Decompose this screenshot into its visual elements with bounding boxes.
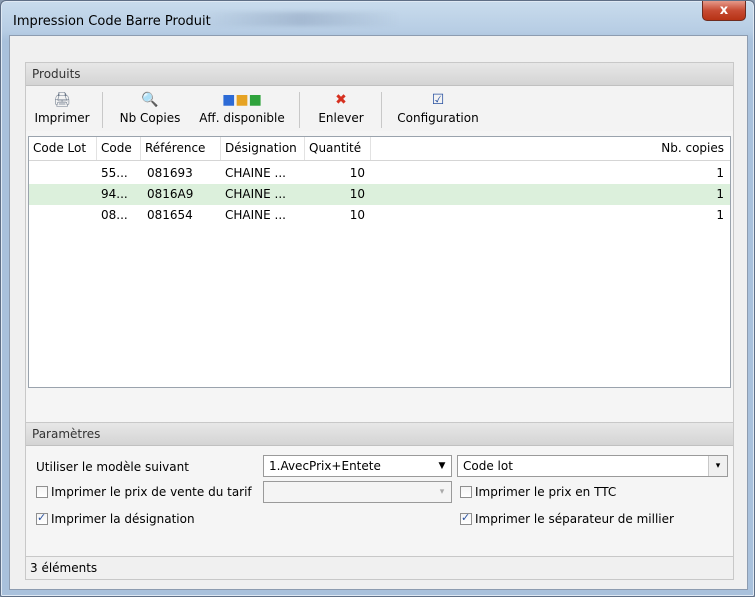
cell-nb-copies: 1 — [716, 187, 724, 201]
prix-ttc-checkbox[interactable] — [460, 486, 472, 498]
chevron-down-icon: ▼ — [438, 461, 446, 471]
cell-nb-copies: 1 — [716, 208, 724, 222]
toolbar-separator — [102, 92, 103, 128]
modele-select-value: 1.AvecPrix+Entete — [269, 459, 381, 473]
code-lot-select[interactable]: Code lot ▾ — [457, 455, 728, 477]
aff-disponible-button[interactable]: ■■■ Aff. disponible — [194, 86, 290, 131]
cell-quantite: 10 — [349, 187, 365, 201]
tarif-select[interactable]: ▾ — [263, 481, 452, 503]
cell-reference: 081654 — [147, 208, 193, 222]
checklist-icon: ☑ — [431, 92, 445, 108]
produits-pane: Produits 🖨 Imprimer 🔍 Nb Copies ■■■ Aff.… — [25, 62, 734, 438]
enlever-label: Enlever — [318, 111, 364, 125]
chevron-down-icon: ▾ — [439, 487, 445, 497]
cell-reference: 0816A9 — [147, 187, 194, 201]
table-row[interactable]: 55... 081693 CHAINE ... 10 1 — [29, 163, 730, 184]
nb-copies-button[interactable]: 🔍 Nb Copies — [110, 86, 190, 131]
dialog-body: Produits 🖨 Imprimer 🔍 Nb Copies ■■■ Aff.… — [9, 35, 748, 590]
products-grid[interactable]: Code Lot Code Référence Désignation Quan… — [28, 136, 731, 388]
boxes-icon: ■■■ — [222, 92, 262, 108]
printer-icon: 🖨 — [53, 92, 71, 108]
status-bar: 3 éléments — [26, 556, 733, 579]
col-header-code[interactable]: Code — [97, 137, 141, 160]
status-text: 3 éléments — [30, 561, 98, 575]
imprimer-button[interactable]: 🖨 Imprimer — [30, 86, 94, 131]
configuration-button[interactable]: ☑ Configuration — [388, 86, 488, 131]
nb-copies-label: Nb Copies — [119, 111, 181, 125]
separateur-checkbox[interactable] — [460, 511, 472, 525]
prix-ttc-option[interactable]: Imprimer le prix en TTC — [460, 485, 616, 499]
cell-reference: 081693 — [147, 166, 193, 180]
prix-ttc-label: Imprimer le prix en TTC — [475, 485, 617, 499]
col-header-code-lot[interactable]: Code Lot — [29, 137, 97, 160]
cell-code: 94... — [101, 187, 128, 201]
window-title: Impression Code Barre Produit — [13, 14, 211, 29]
prix-vente-checkbox[interactable] — [36, 486, 48, 498]
cell-nb-copies: 1 — [716, 166, 724, 180]
dialog-window: Impression Code Barre Produit x Produits… — [0, 0, 755, 597]
cell-designation: CHAINE ... — [225, 208, 286, 222]
close-icon: x — [719, 3, 729, 18]
cell-quantite: 10 — [349, 208, 365, 222]
close-button[interactable]: x — [702, 1, 746, 21]
red-x-icon: ✖ — [335, 92, 347, 108]
grid-header: Code Lot Code Référence Désignation Quan… — [29, 137, 730, 161]
aff-disponible-label: Aff. disponible — [199, 111, 285, 125]
title-bar-blur — [201, 12, 401, 26]
toolbar-separator — [299, 92, 300, 128]
prix-vente-label: Imprimer le prix de vente du tarif — [51, 485, 252, 499]
table-row-selected[interactable]: 94... 0816A9 CHAINE ... 10 1 — [29, 184, 730, 205]
table-row[interactable]: 08... 081654 CHAINE ... 10 1 — [29, 205, 730, 226]
separateur-option[interactable]: Imprimer le séparateur de millier — [460, 511, 674, 526]
magnifier-icon: 🔍 — [141, 92, 159, 108]
cell-code: 55... — [101, 166, 128, 180]
imprimer-label: Imprimer — [34, 111, 90, 125]
parametres-header: Paramètres — [26, 423, 733, 446]
col-header-nb-copies[interactable]: Nb. copies — [371, 137, 730, 160]
designation-checkbox[interactable] — [36, 511, 48, 525]
code-lot-select-value: Code lot — [463, 459, 513, 473]
toolbar-separator — [381, 92, 382, 128]
modele-label: Utiliser le modèle suivant — [36, 460, 189, 474]
col-header-designation[interactable]: Désignation — [221, 137, 305, 160]
configuration-label: Configuration — [397, 111, 479, 125]
designation-label: Imprimer la désignation — [51, 512, 195, 526]
cell-quantite: 10 — [349, 166, 365, 180]
col-header-reference[interactable]: Référence — [141, 137, 221, 160]
modele-select[interactable]: 1.AvecPrix+Entete ▼ — [263, 455, 452, 477]
cell-code: 08... — [101, 208, 128, 222]
cell-designation: CHAINE ... — [225, 166, 286, 180]
chevron-down-icon: ▾ — [708, 456, 727, 476]
parametres-pane: Paramètres Utiliser le modèle suivant 1.… — [25, 422, 734, 580]
col-header-quantite[interactable]: Quantité — [305, 137, 371, 160]
produits-header: Produits — [26, 63, 733, 86]
cell-designation: CHAINE ... — [225, 187, 286, 201]
enlever-button[interactable]: ✖ Enlever — [307, 86, 375, 131]
prix-vente-option[interactable]: Imprimer le prix de vente du tarif — [36, 485, 252, 499]
produits-toolbar: 🖨 Imprimer 🔍 Nb Copies ■■■ Aff. disponib… — [26, 86, 733, 131]
separateur-label: Imprimer le séparateur de millier — [475, 512, 674, 526]
designation-option[interactable]: Imprimer la désignation — [36, 511, 195, 526]
